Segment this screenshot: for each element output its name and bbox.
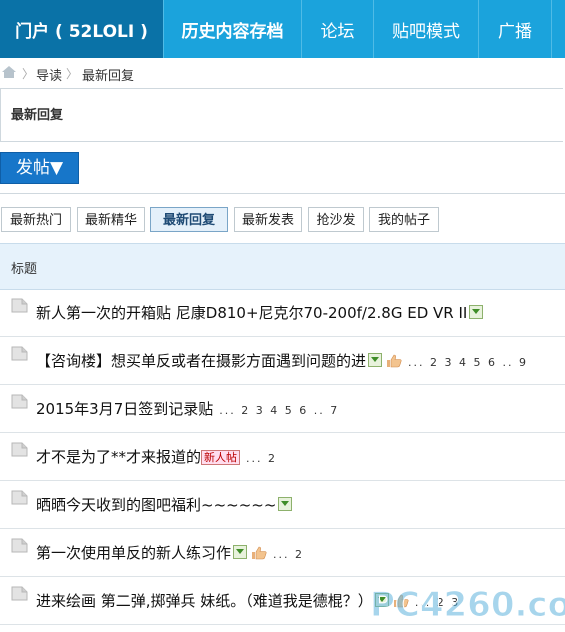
thread-title-link[interactable]: 进来绘画 第二弹,掷弹兵 妹纸。（难道我是德棍？） (36, 592, 373, 610)
thumbs-up-icon (387, 354, 402, 368)
section-header-box: 最新回复 (0, 88, 563, 142)
thread-page-links[interactable]: ... 2 3 4 5 6 .. 9 (408, 356, 528, 369)
nav-portal[interactable]: 门户 ( 52LOLI ) (0, 0, 164, 58)
breadcrumb-latest-replies[interactable]: 最新回复 (82, 65, 134, 84)
new-post-button[interactable]: 发帖▼ (0, 152, 79, 184)
tab-featured[interactable]: 最新精华 (77, 207, 145, 232)
tab-sofa[interactable]: 抢沙发 (308, 207, 364, 232)
image-attachment-icon (368, 353, 383, 367)
page-title: 最新回复 (11, 108, 64, 123)
divider (0, 193, 565, 194)
thread-title-link[interactable]: 晒晒今天收到的图吧福利~~~~~~ (36, 496, 276, 514)
image-attachment-icon (278, 497, 293, 511)
thread-page-links[interactable]: ... 2 (246, 452, 277, 465)
image-attachment-icon (374, 593, 389, 607)
thread-folder-icon (11, 490, 28, 505)
image-attachment-icon (233, 545, 248, 559)
thread-folder-icon (11, 538, 28, 553)
thumbs-up-icon (252, 546, 267, 560)
nav-tieba-mode[interactable]: 贴吧模式 (374, 0, 479, 58)
top-nav: 门户 ( 52LOLI ) 历史内容存档 论坛 贴吧模式 广播 (0, 0, 565, 58)
table-row: 进来绘画 第二弹,掷弹兵 妹纸。（难道我是德棍？） ... 2 3 (0, 576, 565, 625)
table-row: 新人第一次的开箱贴 尼康D810+尼克尔70-200f/2.8G ED VR I… (0, 288, 565, 337)
tab-hot[interactable]: 最新热门 (1, 207, 71, 232)
thread-title-link[interactable]: 2015年3月7日签到记录贴 (36, 400, 213, 418)
thread-folder-icon (11, 442, 28, 457)
table-row: 才不是为了**才来报道的 新人帖 ... 2 (0, 432, 565, 481)
thread-folder-icon (11, 586, 28, 601)
breadcrumb-separator-icon: 〉 (22, 67, 35, 81)
home-icon[interactable] (2, 66, 16, 78)
new-user-tag: 新人帖 (201, 450, 241, 465)
thread-folder-icon (11, 394, 28, 409)
breadcrumb-guide[interactable]: 导读 (36, 65, 62, 84)
thread-page-links[interactable]: ... 2 3 (415, 596, 460, 609)
thread-title-link[interactable]: 新人第一次的开箱贴 尼康D810+尼克尔70-200f/2.8G ED VR I… (36, 304, 467, 322)
thread-folder-icon (11, 298, 28, 313)
table-header: 标题 (0, 243, 565, 290)
table-row: 第一次使用单反的新人练习作 ... 2 (0, 528, 565, 577)
thumbs-up-icon (393, 594, 409, 608)
thread-page-links[interactable]: ... 2 (273, 548, 304, 561)
column-title-header: 标题 (11, 262, 38, 277)
table-row: 2015年3月7日签到记录贴 ... 2 3 4 5 6 .. 7 (0, 384, 565, 433)
thread-title-link[interactable]: 第一次使用单反的新人练习作 (36, 544, 231, 562)
thread-title-link[interactable]: 【咨询楼】想买单反或者在摄影方面遇到问题的进 (36, 352, 366, 370)
nav-broadcast[interactable]: 广播 (479, 0, 552, 58)
thread-title-link[interactable]: 才不是为了**才来报道的 (36, 448, 201, 466)
breadcrumb-separator-icon: 〉 (66, 67, 79, 81)
tab-latest-replies[interactable]: 最新回复 (150, 207, 228, 232)
thread-page-links[interactable]: ... 2 3 4 5 6 .. 7 (219, 404, 339, 417)
nav-history-archive[interactable]: 历史内容存档 (164, 0, 302, 58)
tab-latest-posts[interactable]: 最新发表 (234, 207, 302, 232)
table-row: 晒晒今天收到的图吧福利~~~~~~ (0, 480, 565, 529)
table-row: 【咨询楼】想买单反或者在摄影方面遇到问题的进 ... 2 3 4 5 6 .. 9 (0, 336, 565, 385)
image-attachment-icon (469, 305, 484, 319)
breadcrumb: 〉 导读 〉 最新回复 (0, 58, 565, 88)
tab-my-posts[interactable]: 我的帖子 (369, 207, 439, 232)
nav-forum[interactable]: 论坛 (302, 0, 374, 58)
thread-folder-icon (11, 346, 28, 361)
